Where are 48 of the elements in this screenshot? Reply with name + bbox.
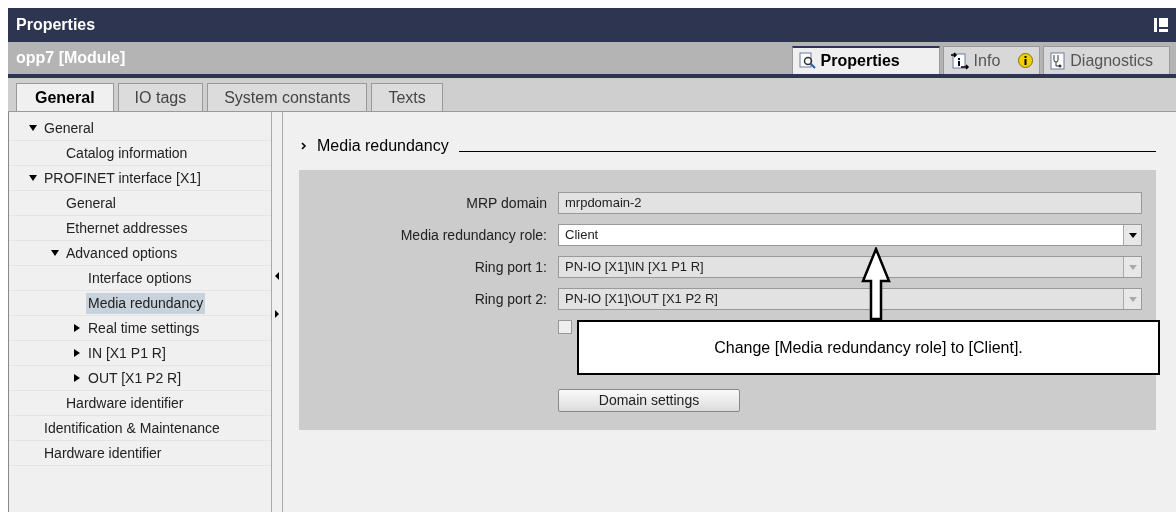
tab[interactable]: Texts	[371, 83, 443, 111]
tree-item[interactable]: General	[42, 117, 96, 139]
tree-item[interactable]: Ethernet addresses	[64, 217, 190, 239]
tab[interactable]: General	[16, 83, 114, 111]
callout-tooltip: Change [Media redundancy role] to [Client].	[577, 320, 1160, 375]
field-label: Ring port 1:	[473, 257, 548, 277]
info-arrows-icon	[949, 51, 970, 70]
up-arrow-icon	[861, 247, 891, 321]
view-tab[interactable]: Info	[942, 46, 1041, 74]
section-chevron-icon[interactable]	[301, 142, 307, 150]
checkbox[interactable]	[558, 320, 572, 334]
window-title: Properties	[16, 15, 96, 35]
tab[interactable]: System constants	[207, 83, 368, 111]
field-label: Ring port 2:	[473, 289, 548, 309]
tab[interactable]: IO tags	[117, 83, 204, 111]
tree-item[interactable]: Identification & Maintenance	[42, 417, 222, 439]
info-badge-icon	[1018, 53, 1034, 68]
tree-item[interactable]: Interface options	[86, 267, 194, 289]
tree-item[interactable]: IN [X1 P1 R]	[86, 342, 168, 364]
collapse-triangle-icon[interactable]	[51, 250, 59, 256]
domain-settings-button[interactable]: Domain settings	[558, 389, 740, 412]
collapse-triangle-icon[interactable]	[29, 175, 37, 181]
view-tab[interactable]: Diagnostics	[1043, 46, 1170, 74]
caret-icon[interactable]	[1123, 225, 1141, 245]
tree-item[interactable]: General	[64, 192, 118, 214]
field-label: Media redundancy role:	[399, 225, 548, 245]
object-title: opp7 [Module]	[15, 48, 126, 68]
expand-triangle-icon[interactable]	[74, 349, 80, 357]
tree-item[interactable]: Real time settings	[86, 317, 202, 339]
tree-item[interactable]: Hardware identifier	[64, 392, 186, 414]
expand-triangle-icon[interactable]	[74, 374, 80, 382]
collapse-triangle-icon[interactable]	[29, 125, 37, 131]
dock-icon[interactable]	[1154, 18, 1168, 32]
section-title: Media redundancy	[317, 136, 449, 156]
expand-triangle-icon[interactable]	[74, 324, 80, 332]
field-label: MRP domain	[465, 193, 548, 213]
magnifier-page-icon	[798, 52, 817, 70]
stethoscope-icon	[1050, 51, 1067, 70]
collapse-left-icon[interactable]	[275, 272, 279, 280]
tree-item[interactable]: Media redundancy	[86, 292, 206, 314]
tree-item[interactable]: Hardware identifier	[42, 442, 164, 464]
tree-item[interactable]: OUT [X1 P2 R]	[86, 367, 184, 389]
tree-item[interactable]: Catalog information	[64, 142, 190, 164]
dropdown-field[interactable]: Client	[558, 224, 1142, 246]
expand-right-icon[interactable]	[275, 310, 279, 318]
tree-item[interactable]: PROFINET interface [X1]	[42, 167, 203, 189]
view-tab[interactable]: Properties	[791, 46, 940, 74]
tree-item[interactable]: Advanced options	[64, 242, 180, 264]
